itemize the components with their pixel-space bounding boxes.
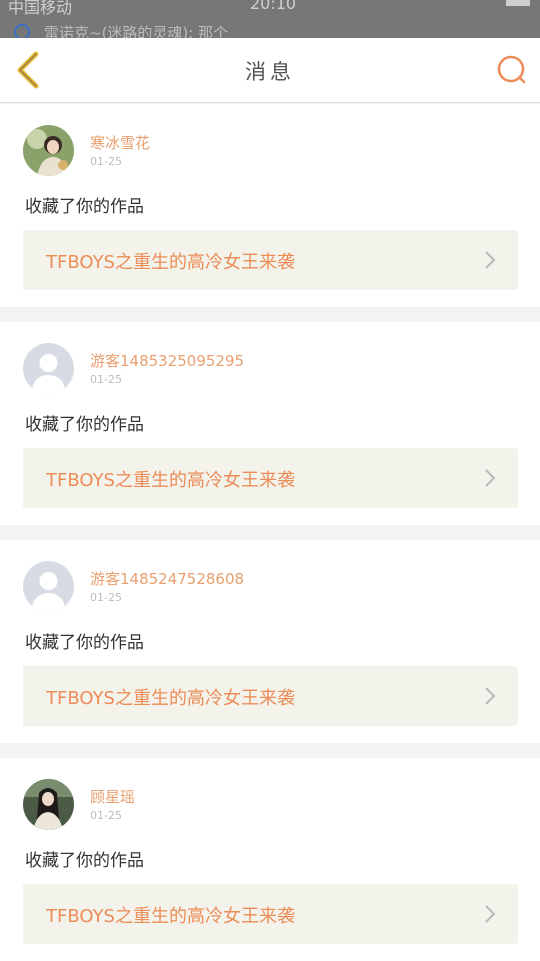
- status-bar: 中国移动 20:10 雷诺克~(迷路的灵魂): 那个: [0, 0, 540, 38]
- work-title: TFBOYS之重生的高冷女王来袭: [46, 688, 295, 709]
- carrier-label: 中国移动: [8, 0, 73, 17]
- work-title: TFBOYS之重生的高冷女王来袭: [46, 906, 295, 927]
- avatar[interactable]: [23, 561, 74, 612]
- action-text: 收藏了你的作品: [25, 851, 144, 871]
- action-text: 收藏了你的作品: [25, 415, 144, 435]
- notification-icon: [14, 24, 30, 38]
- user-photo-icon: [23, 779, 74, 830]
- message-date: 01-25: [90, 373, 122, 386]
- chevron-right-icon: [485, 687, 496, 705]
- status-time: 20:10: [250, 0, 297, 13]
- battery-icon: [506, 0, 530, 6]
- app-header: 消息: [0, 38, 540, 103]
- username[interactable]: 顾星瑶: [90, 786, 135, 807]
- message-date: 01-25: [90, 809, 122, 822]
- work-link[interactable]: TFBOYS之重生的高冷女王来袭: [23, 666, 518, 726]
- chevron-right-icon: [485, 469, 496, 487]
- message-card: 顾星瑶 01-25 收藏了你的作品 TFBOYS之重生的高冷女王来袭: [0, 758, 540, 961]
- action-text: 收藏了你的作品: [25, 197, 144, 217]
- user-photo-icon: [23, 125, 74, 176]
- page-title: 消息: [245, 60, 295, 84]
- message-date: 01-25: [90, 591, 122, 604]
- message-date: 01-25: [90, 155, 122, 168]
- message-card: 游客1485247528608 01-25 收藏了你的作品 TFBOYS之重生的…: [0, 540, 540, 743]
- username[interactable]: 游客1485247528608: [90, 568, 244, 589]
- search-icon: [497, 55, 526, 84]
- work-title: TFBOYS之重生的高冷女王来袭: [46, 470, 295, 491]
- work-link[interactable]: TFBOYS之重生的高冷女王来袭: [23, 448, 518, 508]
- default-avatar-icon: [23, 561, 74, 612]
- avatar[interactable]: [23, 779, 74, 830]
- work-link[interactable]: TFBOYS之重生的高冷女王来袭: [23, 884, 518, 944]
- username[interactable]: 寒冰雪花: [90, 132, 150, 153]
- message-card: 游客1485325095295 01-25 收藏了你的作品 TFBOYS之重生的…: [0, 322, 540, 525]
- work-title: TFBOYS之重生的高冷女王来袭: [46, 252, 295, 273]
- default-avatar-icon: [23, 343, 74, 394]
- work-link[interactable]: TFBOYS之重生的高冷女王来袭: [23, 230, 518, 290]
- chevron-right-icon: [485, 251, 496, 269]
- avatar[interactable]: [23, 125, 74, 176]
- username[interactable]: 游客1485325095295: [90, 350, 244, 371]
- message-card: 寒冰雪花 01-25 收藏了你的作品 TFBOYS之重生的高冷女王来袭: [0, 104, 540, 307]
- chevron-right-icon: [485, 905, 496, 923]
- avatar[interactable]: [23, 343, 74, 394]
- notification-text: 雷诺克~(迷路的灵魂): 那个: [44, 24, 229, 38]
- action-text: 收藏了你的作品: [25, 633, 144, 653]
- search-button[interactable]: [494, 52, 530, 88]
